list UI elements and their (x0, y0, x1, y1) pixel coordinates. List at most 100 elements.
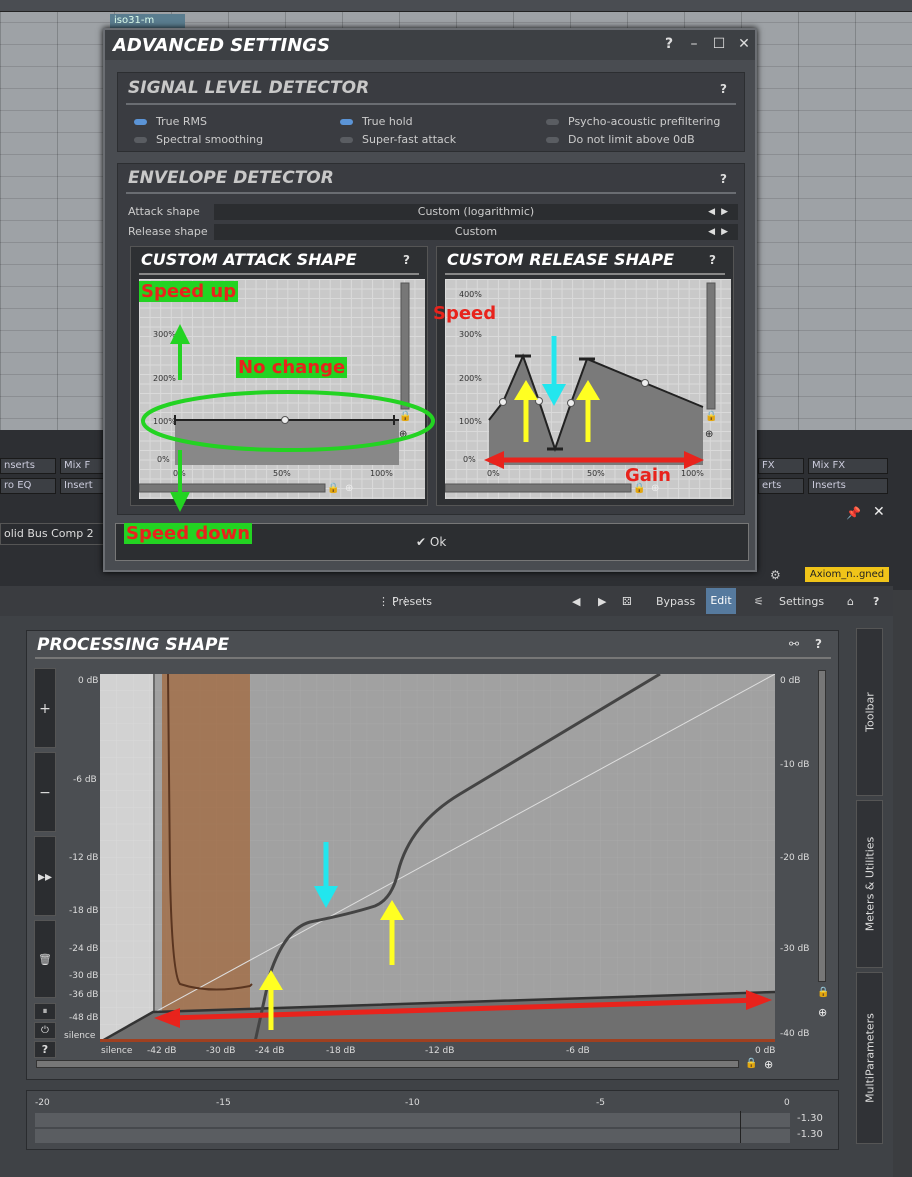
y-tick-left: -36 dB (69, 990, 99, 1000)
level-meter-panel: -20 -15 -10 -5 0 -1.30 -1.30 (26, 1090, 839, 1150)
meters-utilities-tab[interactable]: Meters & Utilities (856, 800, 883, 968)
presets-button[interactable]: Presets (392, 595, 432, 608)
y-tick-left: -6 dB (73, 775, 97, 785)
meter-scale: -15 (216, 1098, 231, 1108)
help-icon[interactable]: ? (34, 1041, 56, 1058)
y-tick-left: -12 dB (69, 853, 99, 863)
attack-shape-title: CUSTOM ATTACK SHAPE (141, 250, 357, 269)
plugin-toolbar: ⋮⋮⋮ Presets ◀ ▶ ⚄ Bypass ⚟ Settings ⌂ ? (0, 586, 893, 616)
help-icon[interactable]: ? (403, 253, 410, 267)
mixer-insert-slot[interactable]: ro EQ (0, 478, 56, 494)
annotation-overlay (154, 842, 772, 1030)
mixer-insert-slot[interactable]: Insert (60, 478, 104, 494)
toolbar-tab[interactable]: Toolbar (856, 628, 883, 796)
x-tick: -12 dB (425, 1046, 455, 1056)
close-icon[interactable]: ✕ (735, 36, 753, 52)
mixer-insert-slot[interactable]: erts (758, 478, 804, 494)
annotation-no-change: No change (236, 357, 348, 378)
x-tick: -24 dB (255, 1046, 285, 1056)
envelope-panel-title: ENVELOPE DETECTOR (128, 168, 334, 188)
lock-icon[interactable]: 🔒 (745, 1058, 757, 1069)
signal-level-detector-panel: SIGNAL LEVEL DETECTOR ? True RMS True ho… (117, 72, 745, 152)
power-icon[interactable]: ⏻ (34, 1022, 56, 1039)
trash-icon[interactable]: 🗑 (34, 920, 56, 998)
attack-shape-label: Attack shape (128, 205, 200, 218)
meter-value-right: -1.30 (797, 1129, 823, 1140)
release-shape-label: Release shape (128, 225, 208, 238)
zoom-out-button[interactable]: − (34, 752, 56, 832)
y-tick-right: 0 dB (780, 676, 801, 686)
y-tick-left: -18 dB (69, 906, 99, 916)
mixer-inserts-label[interactable]: nserts (0, 458, 56, 474)
help-icon[interactable]: ? (873, 595, 879, 608)
y-tick-right: -10 dB (780, 760, 810, 770)
pin-icon[interactable]: 📌 (846, 506, 861, 520)
annotation-speed-up: Speed up (139, 281, 239, 302)
meter-scale: 0 (784, 1098, 790, 1108)
help-icon[interactable]: ? (720, 82, 727, 96)
next-preset-icon[interactable]: ▶ (598, 595, 606, 608)
dialog-titlebar[interactable]: ADVANCED SETTINGS ? – ☐ ✕ (105, 30, 755, 60)
release-shape-select[interactable]: Custom ◀▶ (214, 224, 738, 240)
multiparameters-tab[interactable]: MultiParameters (856, 972, 883, 1144)
spectral-smoothing-toggle[interactable]: Spectral smoothing (134, 133, 263, 146)
help-icon[interactable]: ? (720, 172, 727, 186)
minimize-icon[interactable]: – (685, 36, 703, 52)
annotation-gain: Gain (625, 465, 671, 486)
release-annotation-overlay (484, 336, 704, 469)
preset-badge[interactable]: Axiom_n..gned (805, 567, 889, 582)
release-shape-title: CUSTOM RELEASE SHAPE (447, 250, 674, 269)
help-icon[interactable]: ? (815, 637, 822, 651)
y-tick-left: silence (64, 1031, 96, 1041)
meter-bar-right (35, 1129, 790, 1143)
horizontal-scrollbar[interactable] (36, 1060, 739, 1068)
help-icon[interactable]: ? (709, 253, 716, 267)
true-hold-toggle[interactable]: True hold (340, 115, 413, 128)
x-tick: -18 dB (326, 1046, 356, 1056)
y-tick-left: 0 dB (78, 676, 99, 686)
bypass-button[interactable]: Bypass (656, 595, 695, 608)
edit-button[interactable]: Edit (706, 588, 736, 614)
home-icon[interactable]: ⌂ (847, 595, 854, 608)
random-icon[interactable]: ⚄ (622, 595, 632, 608)
super-fast-attack-toggle[interactable]: Super-fast attack (340, 133, 456, 146)
meter-scale: -20 (35, 1098, 50, 1108)
true-rms-toggle[interactable]: True RMS (134, 115, 207, 128)
signal-panel-title: SIGNAL LEVEL DETECTOR (128, 78, 370, 98)
y-tick-left: -30 dB (69, 971, 99, 981)
x-tick: -42 dB (147, 1046, 177, 1056)
attack-annotation-overlay (141, 324, 435, 512)
close-icon[interactable]: ✕ (873, 504, 885, 520)
settings-icon[interactable]: ⚟ (754, 595, 764, 608)
attack-shape-select[interactable]: Custom (logarithmic) ◀▶ (214, 204, 738, 220)
prev-preset-icon[interactable]: ◀ (572, 595, 580, 608)
vertical-scrollbar[interactable] (818, 670, 826, 982)
meter-value-left: -1.30 (797, 1113, 823, 1124)
annotation-speed-down: Speed down (124, 523, 253, 544)
help-icon[interactable]: ? (660, 36, 678, 52)
zoom-in-button[interactable]: + (34, 668, 56, 748)
mixer-fx-label[interactable]: FX (758, 458, 804, 474)
gear-icon[interactable]: ⚙ (770, 568, 781, 582)
psycho-acoustic-toggle[interactable]: Psycho-acoustic prefiltering (546, 115, 720, 128)
lock-icon[interactable]: 🔒 (817, 987, 829, 998)
release-y-tick: 400% (459, 290, 482, 299)
fast-forward-button[interactable]: ▸▸ (34, 836, 56, 916)
bus-plugin-slot[interactable]: olid Bus Comp 2 (0, 523, 108, 545)
y-tick-left: -48 dB (69, 1013, 99, 1023)
maximize-icon[interactable]: ☐ (710, 36, 728, 52)
zoom-icon[interactable]: ⊕ (818, 1006, 827, 1019)
pause-button[interactable]: ⏸ (34, 1003, 56, 1020)
x-tick: -6 dB (566, 1046, 590, 1056)
track-clip-tab[interactable]: iso31-m (110, 14, 185, 28)
mixer-insert-slot[interactable]: Inserts (808, 478, 888, 494)
mixer-mixfx-label[interactable]: Mix FX (808, 458, 888, 474)
no-limit-above-0db-toggle[interactable]: Do not limit above 0dB (546, 133, 695, 146)
x-tick: 0 dB (755, 1046, 776, 1056)
zoom-icon[interactable]: ⊕ (764, 1058, 773, 1071)
settings-button[interactable]: Settings (779, 595, 824, 608)
processing-shape-title: PROCESSING SHAPE (37, 635, 230, 655)
connect-icon[interactable]: ⚯ (789, 637, 799, 651)
dialog-title: ADVANCED SETTINGS (113, 35, 331, 56)
mixer-mixfx-label[interactable]: Mix F (60, 458, 104, 474)
